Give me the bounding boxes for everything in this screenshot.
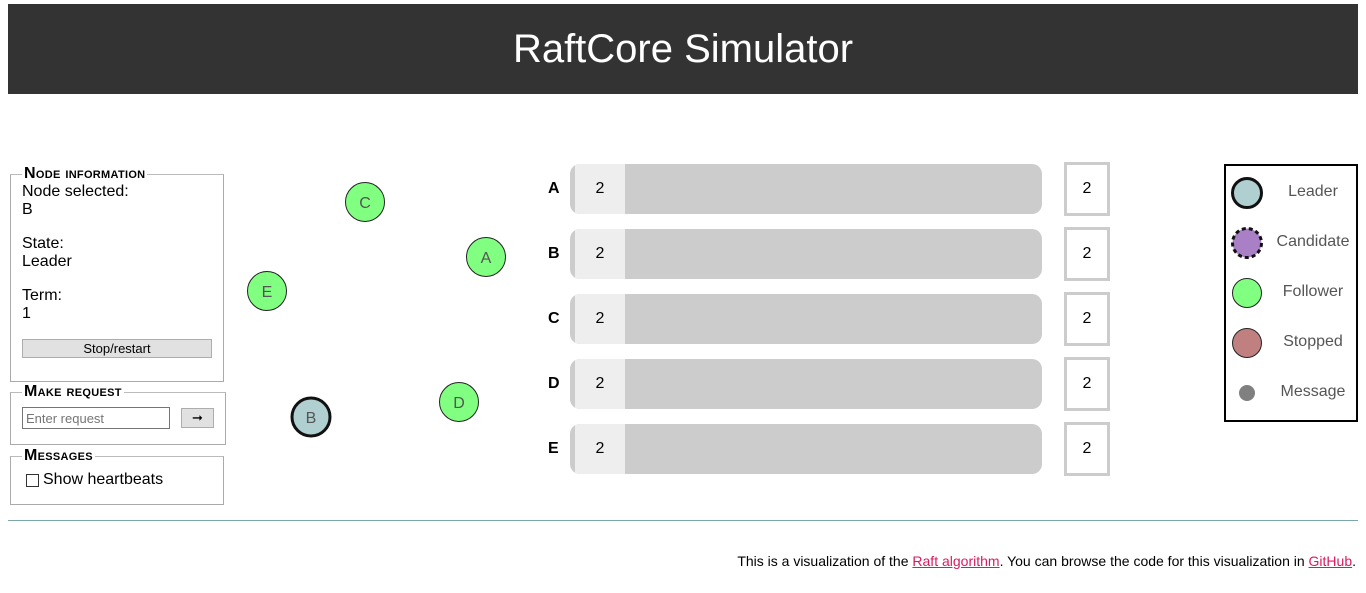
show-heartbeats-label: Show heartbeats	[43, 471, 164, 488]
log-node-label: C	[548, 310, 560, 327]
show-heartbeats-toggle[interactable]: Show heartbeats	[22, 471, 212, 489]
state-label: State:	[22, 235, 64, 252]
candidate-icon	[1231, 227, 1263, 259]
footer: This is a visualization of the Raft algo…	[737, 553, 1356, 569]
make-request-panel: Make request ➞	[10, 383, 226, 445]
node-selected-label: Node selected:	[22, 183, 129, 200]
legend-label: Stopped	[1283, 333, 1343, 350]
node-e[interactable]: E	[247, 271, 287, 311]
node-d[interactable]: D	[439, 382, 479, 422]
node-b-label: B	[306, 410, 317, 427]
node-c[interactable]: C	[345, 182, 385, 222]
log-node-label: B	[548, 245, 560, 262]
log-row-d: D 2 2	[540, 357, 1120, 411]
stopped-icon	[1232, 328, 1262, 358]
node-information-panel: Node information Node selected: B State:…	[10, 165, 224, 382]
cluster-view: C A E D B	[247, 182, 506, 438]
node-c-label: C	[359, 195, 371, 212]
node-b[interactable]: B	[290, 396, 332, 438]
log-entry: 2	[575, 424, 625, 474]
raft-algorithm-link[interactable]: Raft algorithm	[912, 553, 999, 569]
log-bar: 2	[570, 359, 1042, 409]
make-request-legend: Make request	[24, 383, 122, 400]
request-input[interactable]	[22, 407, 170, 429]
messages-legend: Messages	[24, 447, 93, 464]
legend-item-stopped: Stopped	[1226, 317, 1356, 367]
log-bar: 2	[570, 164, 1042, 214]
state-legend: Leader Candidate Follower Stopped Messag…	[1224, 164, 1358, 422]
log-bar: 2	[570, 424, 1042, 474]
log-entry: 2	[575, 359, 625, 409]
commit-index-box: 2	[1064, 422, 1110, 476]
node-selected-value: B	[22, 201, 33, 218]
legend-label: Candidate	[1276, 233, 1350, 250]
follower-icon	[1232, 278, 1262, 308]
log-bar: 2	[570, 294, 1042, 344]
log-row-a: A 2 2	[540, 162, 1120, 216]
log-row-c: C 2 2	[540, 292, 1120, 346]
legend-item-leader: Leader	[1226, 167, 1356, 217]
message-icon	[1239, 385, 1255, 401]
legend-label: Leader	[1288, 183, 1338, 200]
log-entry: 2	[575, 229, 625, 279]
commit-index-box: 2	[1064, 162, 1110, 216]
legend-item-follower: Follower	[1226, 267, 1356, 317]
show-heartbeats-checkbox[interactable]	[26, 473, 39, 487]
log-node-label: D	[548, 375, 560, 392]
log-row-e: E 2 2	[540, 422, 1120, 476]
log-row-b: B 2 2	[540, 227, 1120, 281]
log-node-label: A	[548, 180, 560, 197]
commit-index-box: 2	[1064, 292, 1110, 346]
footer-text: .	[1352, 553, 1356, 569]
leader-icon	[1231, 177, 1263, 209]
arrow-right-icon: ➞	[192, 410, 203, 425]
node-a-label: A	[481, 250, 492, 267]
legend-item-candidate: Candidate	[1226, 217, 1356, 267]
legend-label: Message	[1280, 383, 1346, 400]
state-value: Leader	[22, 253, 72, 270]
footer-text: . You can browse the code for this visua…	[999, 553, 1309, 569]
legend-item-message: Message	[1226, 367, 1356, 417]
node-e-label: E	[262, 284, 273, 301]
term-label: Term:	[22, 287, 62, 304]
stop-restart-button[interactable]: Stop/restart	[22, 339, 212, 358]
divider	[8, 520, 1358, 521]
page-title: RaftCore Simulator	[512, 26, 854, 71]
github-link[interactable]: GitHub	[1309, 553, 1353, 569]
footer-text: This is a visualization of the	[737, 553, 913, 569]
term-value: 1	[22, 305, 31, 322]
submit-request-button[interactable]: ➞	[181, 408, 214, 428]
commit-index-box: 2	[1064, 227, 1110, 281]
log-node-label: E	[548, 440, 559, 457]
legend-label: Follower	[1282, 283, 1344, 300]
messages-panel: Messages Show heartbeats	[10, 447, 224, 505]
node-d-label: D	[453, 395, 465, 412]
log-entry: 2	[575, 164, 625, 214]
app-header: RaftCore Simulator	[8, 4, 1358, 94]
log-entry: 2	[575, 294, 625, 344]
commit-index-box: 2	[1064, 357, 1110, 411]
node-a[interactable]: A	[466, 237, 506, 277]
log-bar: 2	[570, 229, 1042, 279]
node-information-legend: Node information	[24, 165, 146, 182]
